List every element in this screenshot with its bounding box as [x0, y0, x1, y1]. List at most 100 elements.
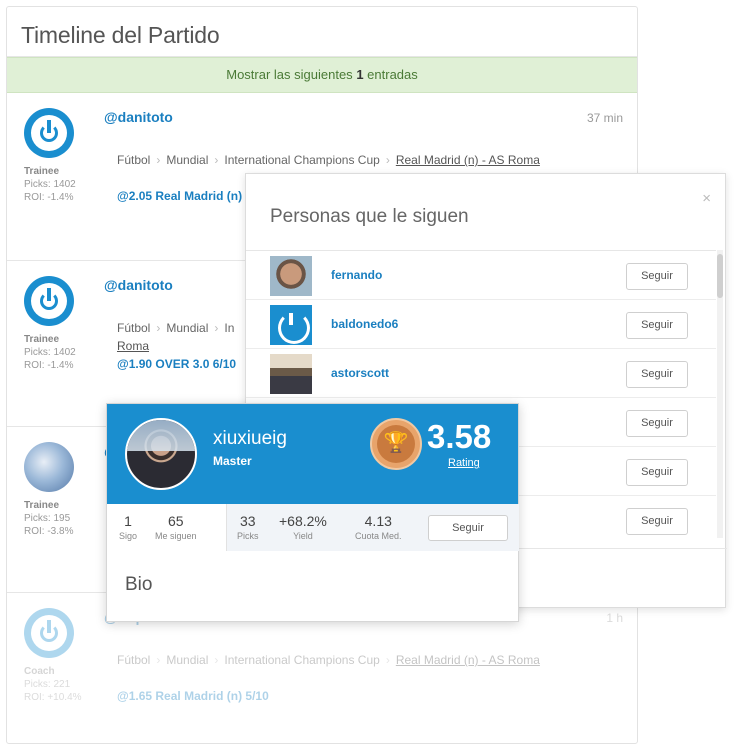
- chevron-right-icon: ›: [156, 153, 161, 167]
- follower-row: fernando Seguir: [246, 251, 716, 300]
- follow-button[interactable]: Seguir: [626, 459, 688, 486]
- post-time: 1 h: [606, 611, 623, 625]
- bio-title: Bio: [125, 574, 153, 595]
- profile-name[interactable]: xiuxiueig: [213, 428, 287, 450]
- post-time: 37 min: [586, 111, 623, 125]
- crumb-sport[interactable]: Fútbol: [117, 153, 150, 167]
- stat-yield: +68.2% Yield: [279, 513, 327, 541]
- timeline-title: Timeline del Partido: [7, 7, 637, 57]
- pick-text: @1.90 OVER 3.0 6/10: [117, 357, 237, 371]
- follower-name[interactable]: baldonedo6: [331, 317, 398, 331]
- profile-rank: Master: [213, 454, 252, 468]
- stat-value: +68.2%: [279, 513, 327, 529]
- stat-value: 33: [239, 513, 256, 529]
- post-username[interactable]: @danitoto: [104, 109, 173, 125]
- user-avatar[interactable]: [24, 108, 74, 158]
- profile-follow-button[interactable]: Seguir: [428, 515, 508, 541]
- user-rank: Trainee: [24, 166, 60, 177]
- user-rank: Trainee: [24, 500, 60, 511]
- pick-text: @2.05 Real Madrid (n): [117, 189, 243, 203]
- breadcrumb: Fútbol › Mundial › International Champions C…: [117, 651, 557, 669]
- pick-text: @1.65 Real Madrid (n) 5/10: [117, 689, 269, 703]
- follower-avatar[interactable]: [270, 256, 312, 296]
- user-avatar[interactable]: [24, 608, 74, 658]
- post-username[interactable]: @danitoto: [104, 277, 173, 293]
- user-roi: ROI: -3.8%: [24, 526, 74, 537]
- crumb-tournament[interactable]: International Champions Cup: [224, 653, 379, 667]
- profile-stats: 1 Sigo 65 Me siguen 33 Picks +68.2% Yiel…: [107, 504, 519, 551]
- follow-button[interactable]: Seguir: [626, 410, 688, 437]
- user-picks: Picks: 1402: [24, 347, 76, 358]
- user-avatar[interactable]: [24, 442, 74, 492]
- user-rank: Trainee: [24, 334, 60, 345]
- stat-value: 4.13: [364, 513, 392, 529]
- chevron-right-icon: ›: [156, 321, 161, 335]
- stat-label: Me siguen: [155, 531, 197, 541]
- follow-button[interactable]: Seguir: [626, 508, 688, 535]
- modal-title: Personas que le siguen: [270, 206, 469, 227]
- crumb-competition[interactable]: Mundial: [166, 653, 208, 667]
- stat-value: 1: [124, 513, 132, 529]
- user-meta: Trainee Picks: 195 ROI: -3.8%: [24, 499, 73, 538]
- user-roi: ROI: -1.4%: [24, 360, 74, 371]
- match-link[interactable]: Real Madrid (n) - AS Roma: [396, 653, 540, 667]
- user-rank: Coach: [24, 666, 55, 677]
- stat-label: Yield: [293, 531, 313, 541]
- scrollbar-thumb[interactable]: [717, 254, 723, 298]
- breadcrumb: Fútbol › Mundial › In Roma: [117, 319, 257, 355]
- user-roi: ROI: -1.4%: [24, 192, 74, 203]
- stat-label: Picks: [237, 531, 259, 541]
- crumb-competition[interactable]: Mundial: [166, 321, 208, 335]
- close-icon[interactable]: ×: [702, 190, 711, 207]
- match-link[interactable]: Roma: [117, 339, 149, 353]
- user-avatar[interactable]: [24, 276, 74, 326]
- follower-row: astorscott Seguir: [246, 349, 716, 398]
- user-picks: Picks: 1402: [24, 179, 76, 190]
- follower-name[interactable]: fernando: [331, 268, 382, 282]
- stat-label: Cuota Med.: [355, 531, 402, 541]
- user-meta: Trainee Picks: 1402 ROI: -1.4%: [24, 333, 76, 372]
- stat-label: Sigo: [119, 531, 138, 541]
- user-meta: Trainee Picks: 1402 ROI: -1.4%: [24, 165, 76, 204]
- crumb-tournament[interactable]: In: [224, 321, 234, 335]
- trophy-icon: 🏆: [370, 418, 422, 470]
- user-picks: Picks: 221: [24, 679, 71, 690]
- crumb-sport[interactable]: Fútbol: [117, 653, 150, 667]
- profile-avatar[interactable]: [125, 418, 197, 490]
- scrollbar[interactable]: [717, 250, 723, 538]
- profile-card: xiuxiueig Master 🏆 3.58 Rating 1 Sigo 65…: [106, 403, 519, 622]
- chevron-right-icon: ›: [214, 153, 219, 167]
- stat-picks: 33 Picks: [237, 513, 259, 541]
- social-stats: 1 Sigo 65 Me siguen: [107, 504, 227, 551]
- show-more-banner[interactable]: Mostrar las siguientes 1 entradas: [7, 57, 637, 93]
- follower-avatar[interactable]: [270, 354, 312, 394]
- follower-avatar[interactable]: [270, 305, 312, 345]
- banner-prefix: Mostrar las siguientes: [226, 67, 353, 82]
- stat-sigo[interactable]: 1 Sigo: [119, 513, 137, 541]
- banner-suffix: entradas: [367, 67, 418, 82]
- follow-button[interactable]: Seguir: [626, 361, 688, 388]
- betting-stats: 33 Picks +68.2% Yield 4.13 Cuota Med. Se…: [227, 504, 519, 551]
- profile-header: xiuxiueig Master 🏆 3.58 Rating: [107, 404, 518, 504]
- banner-count: 1: [356, 67, 364, 82]
- crumb-sport[interactable]: Fútbol: [117, 321, 150, 335]
- follow-button[interactable]: Seguir: [626, 263, 688, 290]
- user-roi: ROI: +10.4%: [24, 692, 82, 703]
- match-link[interactable]: Real Madrid (n) - AS Roma: [396, 153, 540, 167]
- chevron-right-icon: ›: [385, 153, 390, 167]
- stat-cuota: 4.13 Cuota Med.: [355, 513, 402, 541]
- crumb-competition[interactable]: Mundial: [166, 153, 208, 167]
- chevron-right-icon: ›: [156, 653, 161, 667]
- crumb-tournament[interactable]: International Champions Cup: [224, 153, 379, 167]
- rating-link[interactable]: Rating: [448, 457, 480, 469]
- follow-button[interactable]: Seguir: [626, 312, 688, 339]
- trophy-glyph: 🏆: [383, 432, 409, 454]
- stat-me-siguen[interactable]: 65 Me siguen: [155, 513, 197, 541]
- stat-value: 65: [167, 513, 184, 529]
- follower-name[interactable]: astorscott: [331, 366, 389, 380]
- user-picks: Picks: 195: [24, 513, 71, 524]
- breadcrumb: Fútbol › Mundial › International Champions C…: [117, 151, 557, 169]
- user-meta: Coach Picks: 221 ROI: +10.4%: [24, 665, 82, 704]
- chevron-right-icon: ›: [214, 321, 219, 335]
- chevron-right-icon: ›: [385, 653, 390, 667]
